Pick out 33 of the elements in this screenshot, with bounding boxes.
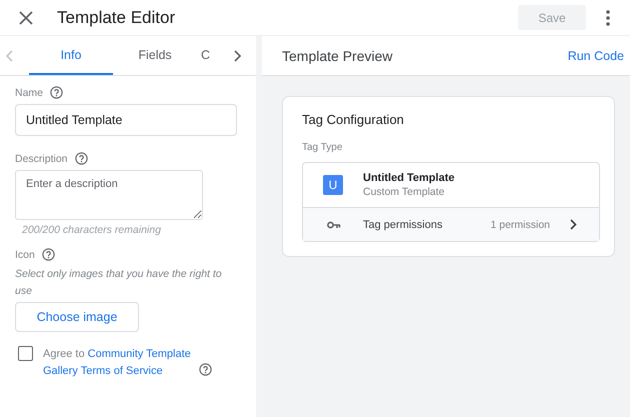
template-letter-icon: U [323, 175, 343, 195]
permissions-label: Tag permissions [363, 218, 444, 230]
card-title: Tag Configuration [302, 112, 405, 127]
help-icon[interactable] [199, 363, 212, 376]
agreement-text: Agree to Community Template Gallery Terms of Service [43, 347, 192, 379]
permissions-count: 1 permission [490, 218, 550, 230]
close-icon[interactable] [19, 10, 33, 24]
tab[interactable]: C [197, 36, 215, 75]
description-input-field[interactable]: Enter a description [15, 170, 203, 220]
window-title: Template Editor [57, 8, 176, 28]
tab[interactable]: Fields [113, 36, 197, 75]
tag-name: Untitled Template [363, 172, 454, 184]
preview-title: Template Preview [282, 48, 392, 64]
name-input-field[interactable]: Untitled Template [15, 104, 237, 136]
field-label: Name [15, 86, 44, 98]
icon-hint-text: Select only images that you have the right to use [15, 267, 223, 299]
chevron-right-icon[interactable] [234, 50, 242, 62]
run-code-button[interactable]: Run Code [568, 48, 624, 62]
tag-subtitle: Custom Template [363, 186, 446, 198]
more-menu-icon[interactable] [606, 10, 610, 26]
chevron-right-icon [570, 219, 577, 230]
character-counter: 200/200 characters remaining [22, 224, 162, 236]
checkbox[interactable] [18, 346, 33, 361]
tab[interactable]: Info [29, 36, 113, 75]
tag-type-label: Tag Type [302, 142, 344, 153]
tag-permissions-row[interactable]: Tag permissions 1 permission [303, 207, 599, 241]
choose-image-button[interactable]: Choose image [15, 302, 139, 332]
field-label: Description [15, 152, 68, 164]
key-icon [327, 220, 341, 228]
help-icon[interactable] [50, 86, 64, 99]
help-icon[interactable] [74, 152, 88, 165]
field-label: Icon [15, 248, 35, 260]
help-icon[interactable] [42, 248, 55, 261]
